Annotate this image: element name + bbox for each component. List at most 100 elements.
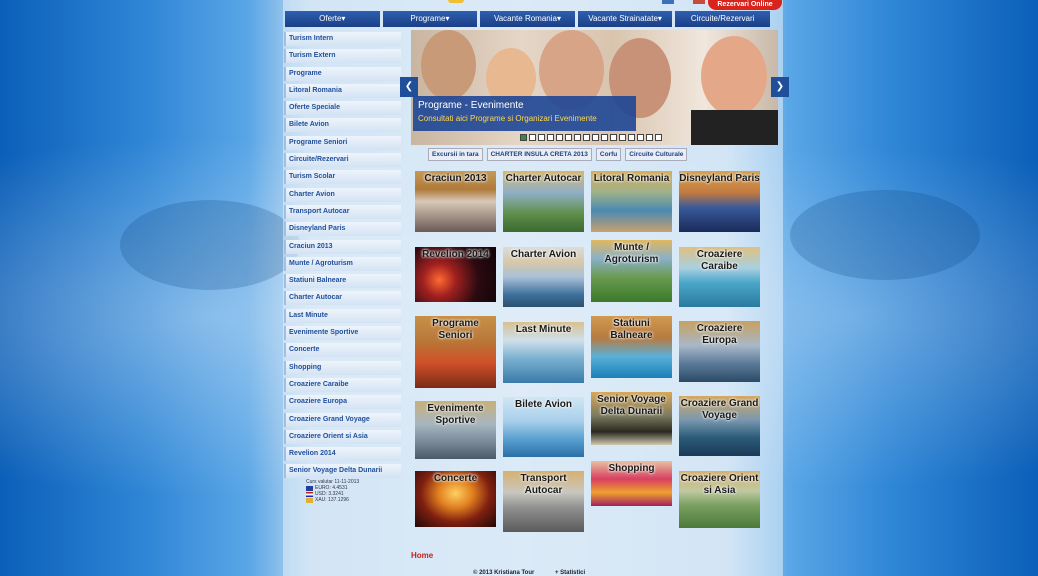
sidebar-item[interactable]: Statiuni Balneare bbox=[284, 274, 401, 289]
category-tile[interactable]: Statiuni Balneare bbox=[591, 316, 672, 378]
sidebar: Turism Intern Turism Extern Programe Litora… bbox=[284, 32, 401, 482]
pager-dot[interactable] bbox=[574, 134, 581, 141]
palm-decoration-left bbox=[120, 200, 300, 290]
sub-tab[interactable]: Circuite Culturale bbox=[625, 148, 688, 161]
category-tile[interactable]: Disneyland Paris bbox=[679, 171, 760, 232]
category-tile[interactable]: Transport Autocar bbox=[503, 471, 584, 532]
sidebar-item[interactable]: Last Minute bbox=[284, 308, 401, 323]
sidebar-item[interactable]: Programe bbox=[284, 66, 401, 81]
nav-tab[interactable]: Vacante Strainatate▾ bbox=[577, 11, 673, 27]
sidebar-item[interactable]: Turism Extern bbox=[284, 49, 401, 64]
banner-caption[interactable]: Programe - Evenimente Consultati aici Pr… bbox=[413, 96, 636, 131]
pager-dot[interactable] bbox=[583, 134, 590, 141]
category-tile-label: Charter Autocar bbox=[505, 173, 582, 184]
sidebar-item[interactable]: Concerte bbox=[284, 343, 401, 358]
gold-icon bbox=[306, 497, 313, 503]
sidebar-item[interactable]: Circuite/Rezervari bbox=[284, 153, 401, 168]
sub-tab[interactable]: Corfu bbox=[595, 148, 622, 161]
pager-dot[interactable] bbox=[538, 134, 545, 141]
category-tile-label: Senior Voyage Delta Dunarii bbox=[597, 394, 666, 417]
category-tile-label: Munte / Agroturism bbox=[604, 242, 659, 265]
pager-dot[interactable] bbox=[520, 134, 527, 141]
currency-xau: XAU: 137.1296 bbox=[315, 497, 349, 503]
banner-photo-person bbox=[701, 36, 767, 116]
sub-tab[interactable]: Excursii in tara bbox=[428, 148, 483, 161]
online-booking-button[interactable]: Rezervari Online bbox=[708, 0, 782, 10]
sidebar-item[interactable]: Charter Avion bbox=[284, 187, 401, 202]
category-tile[interactable]: Programe Seniori bbox=[415, 316, 496, 388]
sidebar-item[interactable]: Shopping bbox=[284, 360, 401, 375]
pager-dot[interactable] bbox=[637, 134, 644, 141]
category-tile[interactable]: Charter Avion bbox=[503, 247, 584, 307]
category-tile[interactable]: Bilete Avion bbox=[503, 397, 584, 457]
sidebar-item[interactable]: Munte / Agroturism bbox=[284, 256, 401, 271]
sidebar-item[interactable]: Croaziere Europa bbox=[284, 395, 401, 410]
sidebar-item[interactable]: Disneyland Paris bbox=[284, 222, 401, 237]
sidebar-item[interactable]: Croaziere Caraibe bbox=[284, 377, 401, 392]
sub-tab[interactable]: CHARTER INSULA CRETA 2013 bbox=[486, 148, 592, 161]
category-tile-label: Craciun 2013 bbox=[424, 173, 487, 184]
pager-dot[interactable] bbox=[529, 134, 536, 141]
category-tile[interactable]: Last Minute bbox=[503, 322, 584, 383]
pager-dot[interactable] bbox=[646, 134, 653, 141]
category-tile[interactable]: Shopping bbox=[591, 461, 672, 506]
pager-dot[interactable] bbox=[592, 134, 599, 141]
banner-title: Programe - Evenimente bbox=[418, 100, 524, 111]
category-tile-label: Last Minute bbox=[515, 324, 572, 335]
pager-dot[interactable] bbox=[601, 134, 608, 141]
sidebar-item[interactable]: Turism Intern bbox=[284, 32, 401, 46]
category-tile[interactable]: Revelion 2014 bbox=[415, 247, 496, 302]
social-icon[interactable] bbox=[662, 0, 674, 4]
pager-dot[interactable] bbox=[655, 134, 662, 141]
social-icon[interactable] bbox=[693, 0, 705, 4]
category-tile-label: Charter Avion bbox=[510, 249, 577, 260]
sidebar-item[interactable]: Litoral Romania bbox=[284, 83, 401, 98]
category-tile[interactable]: Litoral Romania bbox=[591, 171, 672, 232]
category-tile[interactable]: Senior Voyage Delta Dunarii bbox=[591, 392, 672, 445]
sidebar-item[interactable]: Transport Autocar bbox=[284, 204, 401, 219]
sidebar-item[interactable]: Programe Seniori bbox=[284, 135, 401, 150]
eu-flag-icon bbox=[306, 485, 313, 491]
category-tile[interactable]: Charter Autocar bbox=[503, 171, 584, 232]
sidebar-item[interactable]: Bilete Avion bbox=[284, 118, 401, 133]
banner-next-arrow[interactable]: ❯ bbox=[771, 77, 789, 97]
home-link[interactable]: Home bbox=[411, 551, 433, 560]
category-tile-label: Transport Autocar bbox=[520, 473, 567, 496]
footer-copyright: © 2013 Kristiana Tour bbox=[473, 570, 535, 576]
pager-dot[interactable] bbox=[628, 134, 635, 141]
category-tile[interactable]: Croaziere Orient si Asia bbox=[679, 471, 760, 528]
pager-dot[interactable] bbox=[619, 134, 626, 141]
nav-tab[interactable]: Vacante Romania▾ bbox=[480, 11, 575, 27]
sidebar-item[interactable]: Revelion 2014 bbox=[284, 447, 401, 462]
pager-dot[interactable] bbox=[556, 134, 563, 141]
sidebar-item[interactable]: Croaziere Grand Voyage bbox=[284, 412, 401, 427]
category-tile[interactable]: Croaziere Grand Voyage bbox=[679, 396, 760, 456]
category-tile[interactable]: Concerte bbox=[415, 471, 496, 527]
nav-tab[interactable]: Programe▾ bbox=[382, 11, 478, 27]
category-tile[interactable]: Munte / Agroturism bbox=[591, 240, 672, 302]
pager-dot[interactable] bbox=[610, 134, 617, 141]
category-tile[interactable]: Craciun 2013 bbox=[415, 171, 496, 232]
footer-stats-link[interactable]: + Statistici bbox=[555, 570, 585, 576]
nav-tab[interactable]: Circuite/Rezervari bbox=[675, 11, 770, 27]
sidebar-item[interactable]: Evenimente Sportive bbox=[284, 326, 401, 341]
sidebar-item[interactable]: Charter Autocar bbox=[284, 291, 401, 306]
sidebar-item[interactable]: Senior Voyage Delta Dunarii bbox=[284, 464, 401, 479]
sidebar-item[interactable]: Croaziere Orient si Asia bbox=[284, 429, 401, 444]
pager-dot[interactable] bbox=[547, 134, 554, 141]
pager-dot[interactable] bbox=[565, 134, 572, 141]
logo bbox=[448, 0, 464, 3]
banner-photo-person bbox=[421, 30, 476, 100]
category-tile-label: Disneyland Paris bbox=[679, 173, 760, 184]
nav-tab[interactable]: Oferte▾ bbox=[285, 11, 380, 27]
banner-suit bbox=[691, 110, 778, 145]
main-nav: Oferte▾ Programe▾ Vacante Romania▾ Vacante … bbox=[285, 11, 770, 27]
sidebar-item[interactable]: Turism Scolar bbox=[284, 170, 401, 185]
category-tile[interactable]: Croaziere Europa bbox=[679, 321, 760, 382]
banner-prev-arrow[interactable]: ❮ bbox=[400, 77, 418, 97]
category-tile[interactable]: Croaziere Caraibe bbox=[679, 247, 760, 307]
sidebar-item[interactable]: Oferte Speciale bbox=[284, 101, 401, 116]
category-tile[interactable]: Evenimente Sportive bbox=[415, 401, 496, 459]
category-tile-label: Litoral Romania bbox=[593, 173, 670, 184]
sidebar-item[interactable]: Craciun 2013 bbox=[284, 239, 401, 254]
